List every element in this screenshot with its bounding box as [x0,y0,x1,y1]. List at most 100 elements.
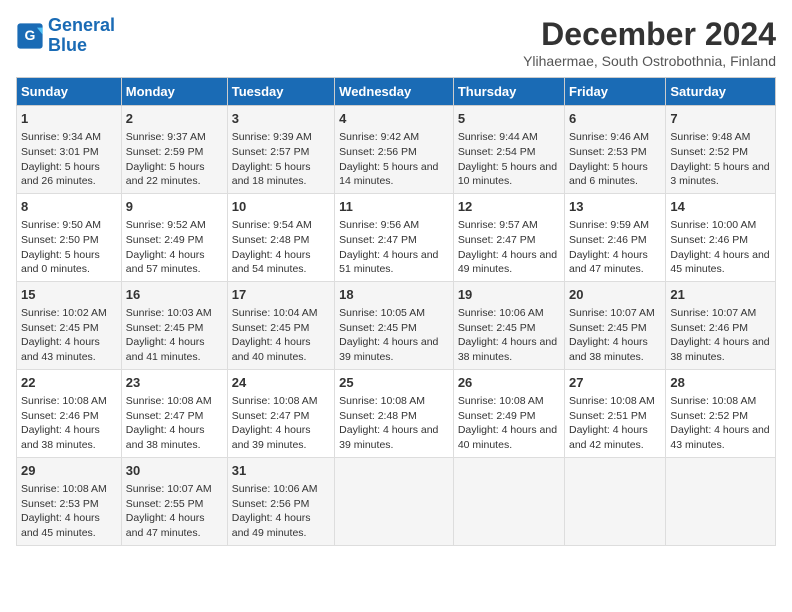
sunrise-text: Sunrise: 10:08 AM [458,395,544,407]
sunset-text: Sunset: 2:59 PM [126,146,204,158]
sunrise-text: Sunrise: 9:39 AM [232,131,312,143]
calendar-cell: 20Sunrise: 10:07 AMSunset: 2:45 PMDaylig… [565,281,666,369]
sunrise-text: Sunrise: 10:02 AM [21,307,107,319]
daylight-text: Daylight: 4 hours and 47 minutes. [569,249,648,276]
calendar-cell: 27Sunrise: 10:08 AMSunset: 2:51 PMDaylig… [565,369,666,457]
sunrise-text: Sunrise: 10:00 AM [670,219,756,231]
weekday-header-sunday: Sunday [17,78,122,106]
calendar-cell: 21Sunrise: 10:07 AMSunset: 2:46 PMDaylig… [666,281,776,369]
calendar-week-row: 29Sunrise: 10:08 AMSunset: 2:53 PMDaylig… [17,457,776,545]
calendar-cell: 19Sunrise: 10:06 AMSunset: 2:45 PMDaylig… [453,281,564,369]
sunset-text: Sunset: 2:47 PM [339,234,417,246]
daylight-text: Daylight: 5 hours and 26 minutes. [21,161,100,188]
calendar-table: SundayMondayTuesdayWednesdayThursdayFrid… [16,77,776,546]
calendar-week-row: 1 Sunrise: 9:34 AM Sunset: 3:01 PM Daylight… [17,106,776,194]
daylight-text: Daylight: 4 hours and 39 minutes. [339,336,438,363]
sunset-text: Sunset: 2:45 PM [458,322,536,334]
weekday-header-tuesday: Tuesday [227,78,334,106]
calendar-cell: 4Sunrise: 9:42 AMSunset: 2:56 PMDaylight… [335,106,454,194]
calendar-cell: 10Sunrise: 9:54 AMSunset: 2:48 PMDayligh… [227,193,334,281]
day-number: 29 [21,462,117,480]
day-number: 3 [232,110,330,128]
day-number: 22 [21,374,117,392]
calendar-cell: 22Sunrise: 10:08 AMSunset: 2:46 PMDaylig… [17,369,122,457]
daylight-text: Daylight: 4 hours and 43 minutes. [670,424,769,451]
daylight-text: Daylight: 4 hours and 39 minutes. [339,424,438,451]
sunset-text: Sunset: 2:53 PM [569,146,647,158]
day-number: 23 [126,374,223,392]
daylight-text: Daylight: 4 hours and 45 minutes. [670,249,769,276]
sunrise-text: Sunrise: 10:08 AM [569,395,655,407]
sunrise-text: Sunrise: 10:07 AM [670,307,756,319]
day-number: 30 [126,462,223,480]
sunset-text: Sunset: 2:54 PM [458,146,536,158]
day-number: 14 [670,198,771,216]
title-block: December 2024 Ylihaermae, South Ostrobot… [523,16,776,69]
calendar-cell: 29Sunrise: 10:08 AMSunset: 2:53 PMDaylig… [17,457,122,545]
daylight-text: Daylight: 4 hours and 38 minutes. [670,336,769,363]
sunset-text: Sunset: 2:47 PM [126,410,204,422]
calendar-cell: 30Sunrise: 10:07 AMSunset: 2:55 PMDaylig… [121,457,227,545]
sunset-text: Sunset: 2:55 PM [126,498,204,510]
sunset-text: Sunset: 2:47 PM [458,234,536,246]
day-number: 4 [339,110,449,128]
daylight-text: Daylight: 4 hours and 42 minutes. [569,424,648,451]
sunrise-text: Sunrise: 10:03 AM [126,307,212,319]
sunset-text: Sunset: 2:45 PM [126,322,204,334]
weekday-header-wednesday: Wednesday [335,78,454,106]
calendar-cell [453,457,564,545]
sunset-text: Sunset: 2:46 PM [569,234,647,246]
sunset-text: Sunset: 3:01 PM [21,146,99,158]
sunrise-text: Sunrise: 9:34 AM [21,131,101,143]
svg-text:G: G [25,27,36,43]
weekday-header-monday: Monday [121,78,227,106]
calendar-week-row: 8Sunrise: 9:50 AMSunset: 2:50 PMDaylight… [17,193,776,281]
day-number: 1 [21,110,117,128]
weekday-header-row: SundayMondayTuesdayWednesdayThursdayFrid… [17,78,776,106]
daylight-text: Daylight: 4 hours and 38 minutes. [569,336,648,363]
day-number: 19 [458,286,560,304]
page-title: December 2024 [523,16,776,53]
day-number: 25 [339,374,449,392]
sunset-text: Sunset: 2:47 PM [232,410,310,422]
sunset-text: Sunset: 2:45 PM [232,322,310,334]
day-number: 12 [458,198,560,216]
sunset-text: Sunset: 2:45 PM [569,322,647,334]
calendar-cell: 15 Sunrise: 10:02 AM Sunset: 2:45 PM Daylig… [17,281,122,369]
daylight-text: Daylight: 4 hours and 51 minutes. [339,249,438,276]
day-number: 6 [569,110,661,128]
day-number: 17 [232,286,330,304]
sunrise-text: Sunrise: 9:48 AM [670,131,750,143]
daylight-text: Daylight: 5 hours and 22 minutes. [126,161,205,188]
daylight-text: Daylight: 4 hours and 49 minutes. [232,512,311,539]
calendar-cell [335,457,454,545]
daylight-text: Daylight: 5 hours and 0 minutes. [21,249,100,276]
sunset-text: Sunset: 2:53 PM [21,498,99,510]
sunrise-text: Sunrise: 10:08 AM [670,395,756,407]
calendar-cell: 3Sunrise: 9:39 AMSunset: 2:57 PMDaylight… [227,106,334,194]
day-number: 15 [21,286,117,304]
day-number: 28 [670,374,771,392]
sunrise-text: Sunrise: 9:42 AM [339,131,419,143]
page-header: G General Blue December 2024 Ylihaermae,… [16,16,776,69]
calendar-cell: 6Sunrise: 9:46 AMSunset: 2:53 PMDaylight… [565,106,666,194]
daylight-text: Daylight: 4 hours and 41 minutes. [126,336,205,363]
day-number: 8 [21,198,117,216]
calendar-cell: 7Sunrise: 9:48 AMSunset: 2:52 PMDaylight… [666,106,776,194]
day-number: 24 [232,374,330,392]
calendar-cell: 5Sunrise: 9:44 AMSunset: 2:54 PMDaylight… [453,106,564,194]
sunrise-text: Sunrise: 9:52 AM [126,219,206,231]
daylight-text: Daylight: 5 hours and 18 minutes. [232,161,311,188]
daylight-text: Daylight: 4 hours and 43 minutes. [21,336,100,363]
daylight-text: Daylight: 4 hours and 40 minutes. [458,424,557,451]
calendar-cell: 16Sunrise: 10:03 AMSunset: 2:45 PMDaylig… [121,281,227,369]
calendar-cell: 14 Sunrise: 10:00 AM Sunset: 2:46 PM Daylig… [666,193,776,281]
daylight-text: Daylight: 5 hours and 3 minutes. [670,161,769,188]
day-number: 5 [458,110,560,128]
calendar-cell: 24Sunrise: 10:08 AMSunset: 2:47 PMDaylig… [227,369,334,457]
sunset-text: Sunset: 2:45 PM [21,322,99,334]
sunset-text: Sunset: 2:46 PM [670,234,748,246]
sunset-text: Sunset: 2:46 PM [21,410,99,422]
sunrise-text: Sunrise: 9:44 AM [458,131,538,143]
daylight-text: Daylight: 4 hours and 38 minutes. [21,424,100,451]
